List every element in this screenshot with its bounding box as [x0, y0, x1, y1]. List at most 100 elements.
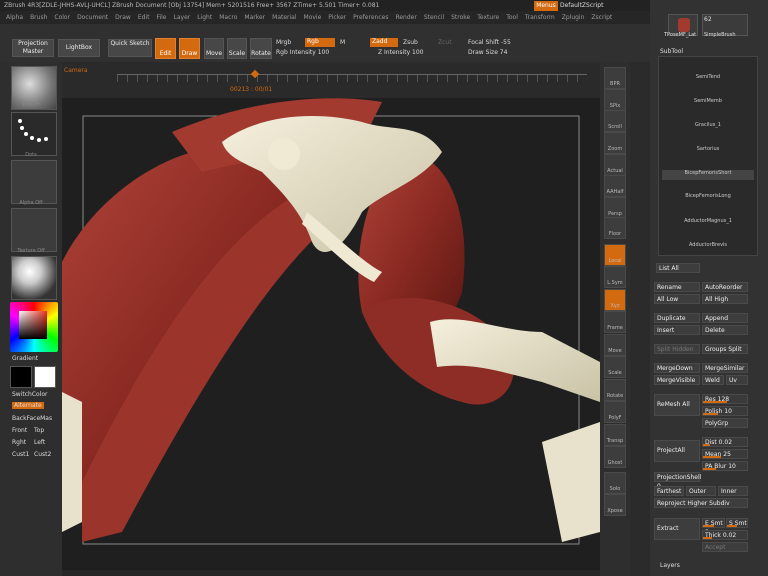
uv-button[interactable]: Uv	[726, 375, 748, 385]
menu-macro[interactable]: Macro	[219, 14, 237, 21]
groups-split-button[interactable]: Groups Split	[702, 344, 748, 354]
cust2-button[interactable]: Cust2	[34, 451, 51, 458]
default-zscript-button[interactable]: DefaultZScript	[560, 1, 612, 11]
accept-button[interactable]: Accept	[702, 542, 748, 552]
shelf-polyf-button[interactable]: PolyF	[604, 401, 626, 423]
duplicate-button[interactable]: Duplicate	[654, 313, 700, 323]
shelf-rotate-button[interactable]: Rotate	[604, 379, 626, 401]
rgb-button[interactable]: Rgb	[305, 38, 335, 47]
zcut-button[interactable]: Zcut	[438, 39, 452, 46]
color-picker[interactable]	[10, 302, 58, 352]
alternate-button[interactable]: Alternate	[12, 402, 44, 409]
canvas-viewport[interactable]	[62, 62, 600, 570]
append-button[interactable]: Append	[702, 313, 748, 323]
split-hidden-button[interactable]: Split Hidden	[654, 344, 700, 354]
menu-picker[interactable]: Picker	[328, 14, 346, 21]
timeline-track[interactable]	[117, 74, 587, 82]
dist-slider[interactable]: Dist 0.02	[702, 437, 748, 447]
shelf-xyz-button[interactable]: Xyz	[604, 289, 626, 311]
stroke-thumbnail[interactable]	[11, 112, 57, 156]
shelf-move-button[interactable]: Move	[604, 334, 626, 356]
front-view-button[interactable]: Front	[12, 427, 27, 434]
list-all-button[interactable]: List All	[656, 263, 700, 273]
top-view-button[interactable]: Top	[34, 427, 44, 434]
color-picker-square[interactable]	[19, 311, 47, 339]
e-smt-slider[interactable]: E Smt 5	[702, 518, 725, 536]
menus-button[interactable]: Menus	[534, 1, 558, 11]
menu-movie[interactable]: Movie	[304, 14, 322, 21]
polish-slider[interactable]: Polish 10	[702, 406, 748, 416]
menu-draw[interactable]: Draw	[115, 14, 131, 21]
shelf-zoom-button[interactable]: Zoom	[604, 132, 626, 154]
subtool-item[interactable]: AdductorMagnus_1	[662, 218, 754, 228]
menu-brush[interactable]: Brush	[30, 14, 47, 21]
alpha-thumbnail[interactable]	[11, 160, 57, 204]
rgb-intensity-slider[interactable]: Rgb Intensity 100	[276, 49, 329, 56]
projection-shell-slider[interactable]: ProjectionShell 0	[654, 472, 701, 490]
texture-thumbnail[interactable]	[11, 208, 57, 252]
weld-button[interactable]: Weld	[702, 375, 724, 385]
rotate-button[interactable]: Rotate	[250, 38, 272, 59]
cust1-button[interactable]: Cust1	[12, 451, 29, 458]
shelf-aahalf-button[interactable]: AAHalf	[604, 175, 626, 197]
shelf-local-button[interactable]: Local	[604, 244, 626, 266]
zadd-button[interactable]: Zadd	[370, 38, 398, 47]
menu-alpha[interactable]: Alpha	[6, 14, 23, 21]
inner-button[interactable]: Inner	[718, 486, 748, 496]
menu-layer[interactable]: Layer	[174, 14, 191, 21]
rename-button[interactable]: Rename	[654, 282, 700, 292]
scale-button[interactable]: Scale	[227, 38, 247, 59]
shelf-xpose-button[interactable]: Xpose	[604, 494, 626, 516]
thick-slider[interactable]: Thick 0.02	[702, 530, 748, 540]
shelf-bpr-button[interactable]: BPR	[604, 67, 626, 89]
shelf-transp-button[interactable]: Transp	[604, 424, 626, 446]
menu-marker[interactable]: Marker	[244, 14, 265, 21]
res-slider[interactable]: Res 128	[702, 394, 748, 404]
left-view-button[interactable]: Left	[34, 439, 45, 446]
all-high-button[interactable]: All High	[702, 294, 748, 304]
menu-render[interactable]: Render	[395, 14, 416, 21]
insert-button[interactable]: Insert	[654, 325, 700, 335]
shelf-ghost-button[interactable]: Ghost	[604, 446, 626, 468]
timeline[interactable]: Camera 00213 : 00/01	[62, 62, 600, 98]
reproject-higher-button[interactable]: Reproject Higher Subdiv	[654, 498, 748, 508]
shelf-frame-button[interactable]: Frame	[604, 311, 626, 333]
backface-mask-button[interactable]: BackFaceMas	[12, 415, 52, 422]
subtool-item[interactable]: BicepFemorisLong	[662, 193, 754, 203]
menu-light[interactable]: Light	[197, 14, 212, 21]
shelf-spix-button[interactable]: SPix	[604, 89, 626, 111]
menu-color[interactable]: Color	[54, 14, 70, 21]
shelf-solo-button[interactable]: Solo	[604, 472, 626, 494]
lightbox-button[interactable]: LightBox	[58, 39, 100, 57]
z-intensity-slider[interactable]: Z Intensity 100	[378, 49, 424, 56]
subtool-header[interactable]: SubTool	[660, 48, 683, 55]
menu-edit[interactable]: Edit	[138, 14, 150, 21]
gradient-label[interactable]: Gradient	[12, 355, 38, 362]
pa-blur-slider[interactable]: PA Blur 10	[702, 461, 748, 471]
menu-file[interactable]: File	[156, 14, 166, 21]
farthest-button[interactable]: Farthest	[654, 486, 684, 496]
main-color-swatch[interactable]	[10, 366, 32, 388]
edit-button[interactable]: Edit	[155, 38, 176, 59]
subtool-item[interactable]: BicepFemorisShort	[662, 170, 754, 180]
shelf-lsym-button[interactable]: L.Sym	[604, 266, 626, 288]
menu-texture[interactable]: Texture	[477, 14, 499, 21]
menu-stroke[interactable]: Stroke	[451, 14, 470, 21]
delete-button[interactable]: Delete	[702, 325, 748, 335]
menu-zplugin[interactable]: Zplugin	[562, 14, 585, 21]
subtool-item[interactable]: Sartorius	[662, 146, 754, 156]
menu-tool[interactable]: Tool	[506, 14, 518, 21]
s-smt-slider[interactable]: S Smt	[726, 518, 748, 528]
project-all-button[interactable]: ProjectAll	[654, 440, 700, 462]
subtool-item[interactable]: SemiMemb	[662, 98, 754, 108]
shelf-scroll-button[interactable]: Scroll	[604, 110, 626, 132]
mrgb-button[interactable]: Mrgb	[276, 39, 291, 46]
auto-reorder-button[interactable]: AutoReorder	[702, 282, 748, 292]
merge-down-button[interactable]: MergeDown	[654, 363, 700, 373]
all-low-button[interactable]: All Low	[654, 294, 700, 304]
subtool-item[interactable]: SemiTend	[662, 74, 754, 84]
projection-master-button[interactable]: Projection Master	[12, 39, 54, 57]
menu-transform[interactable]: Transform	[525, 14, 555, 21]
menu-stencil[interactable]: Stencil	[424, 14, 444, 21]
zsub-button[interactable]: Zsub	[403, 39, 418, 46]
